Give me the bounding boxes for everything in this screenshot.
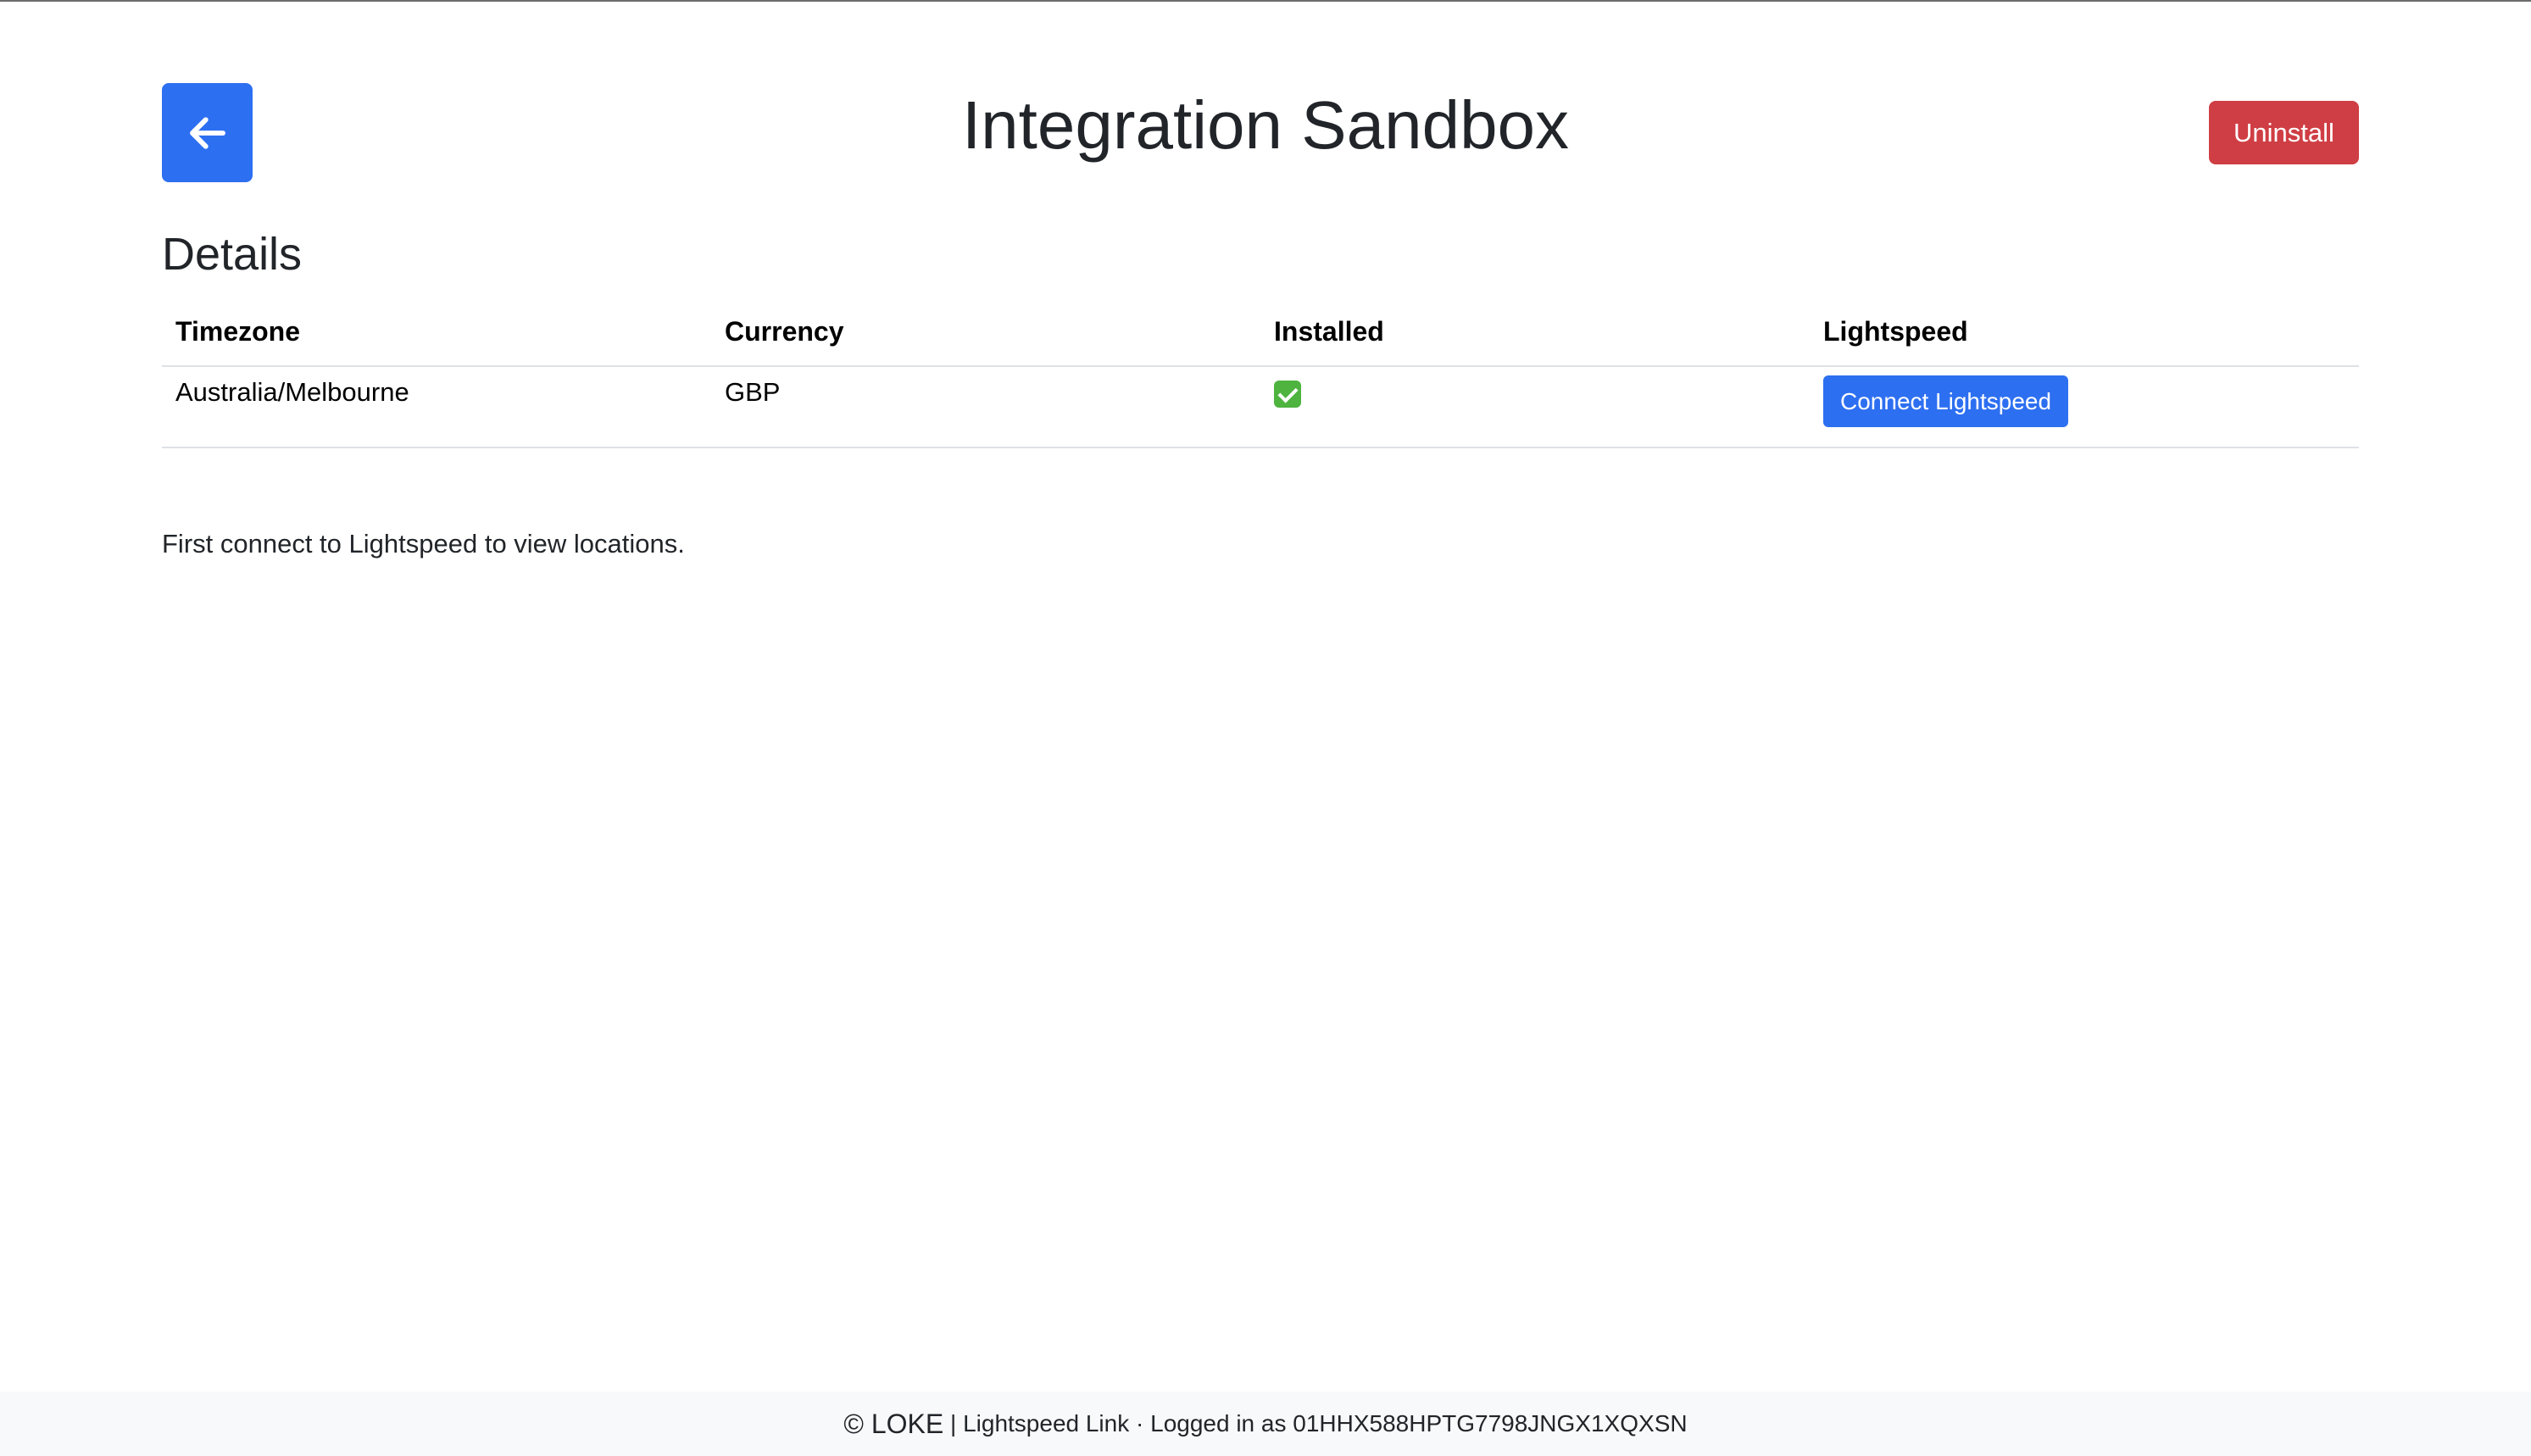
page-title: Integration Sandbox bbox=[961, 87, 1570, 163]
footer-logged-in: Logged in as 01HHX588HPTG7798JNGX1XQXSN bbox=[1150, 1410, 1688, 1437]
uninstall-button[interactable]: Uninstall bbox=[2209, 101, 2359, 164]
connect-lightspeed-button[interactable]: Connect Lightspeed bbox=[1823, 375, 2069, 427]
details-heading: Details bbox=[162, 229, 303, 280]
check-mark-icon bbox=[1274, 381, 1301, 408]
column-header-currency: Currency bbox=[711, 301, 1260, 367]
column-header-installed: Installed bbox=[1260, 301, 1810, 367]
column-header-timezone: Timezone bbox=[162, 301, 711, 367]
locations-info-text: First connect to Lightspeed to view loca… bbox=[162, 529, 685, 559]
page: Integration Sandbox Uninstall Details Ti… bbox=[0, 0, 2531, 1456]
footer-brand: © LOKE bbox=[843, 1408, 944, 1439]
installed-cell bbox=[1260, 366, 1810, 448]
currency-cell: GBP bbox=[711, 366, 1260, 448]
table-row: Australia/Melbourne GBP Connect Lightspe… bbox=[162, 366, 2359, 448]
lightspeed-cell: Connect Lightspeed bbox=[1810, 366, 2359, 448]
details-table: Timezone Currency Installed Lightspeed A… bbox=[162, 301, 2359, 448]
timezone-cell: Australia/Melbourne bbox=[162, 366, 711, 448]
footer-link[interactable]: Lightspeed Link bbox=[963, 1410, 1129, 1437]
footer: © LOKE | Lightspeed Link · Logged in as … bbox=[0, 1392, 2531, 1456]
column-header-lightspeed: Lightspeed bbox=[1810, 301, 2359, 367]
table-header-row: Timezone Currency Installed Lightspeed bbox=[162, 301, 2359, 367]
footer-dot: · bbox=[1129, 1410, 1151, 1437]
footer-separator: | bbox=[943, 1410, 964, 1437]
